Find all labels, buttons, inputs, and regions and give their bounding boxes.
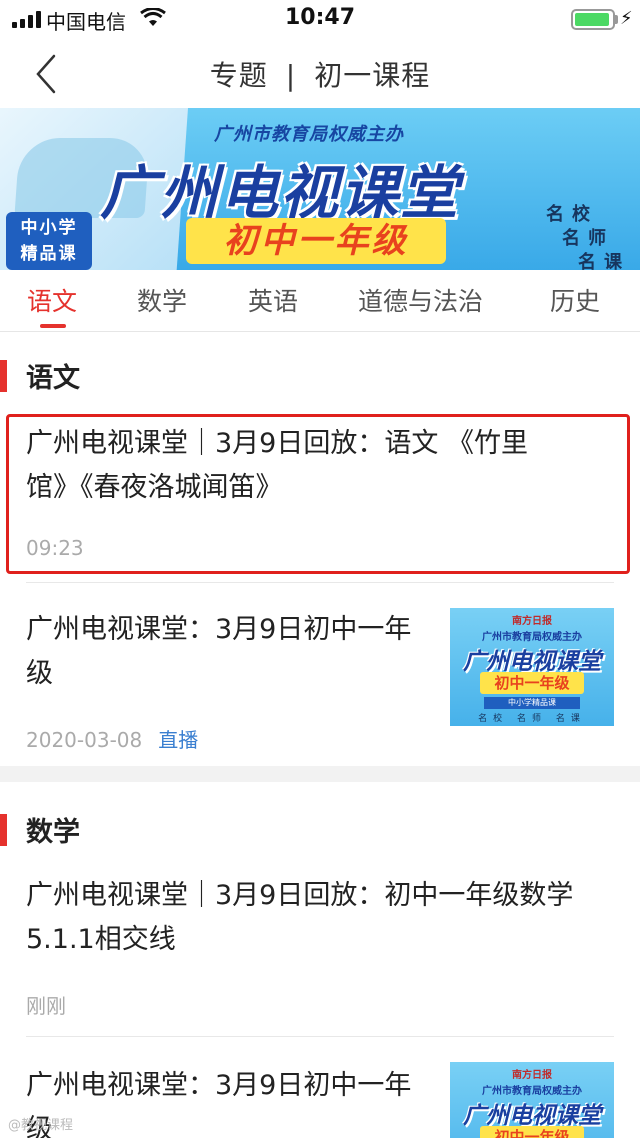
thumb-title: 广州电视课堂 [463,1103,601,1129]
section-accent-bar [0,814,7,846]
item-title-line: 广州电视课堂：3月9日初中一年 [26,614,412,645]
page-title: 专题 | 初一课程 [0,54,640,94]
section-header-chinese: 语文 [0,356,640,398]
banner-organizer: 广州市教育局权威主办 [214,124,404,145]
hero-banner[interactable]: 中小学 精品课 广州市教育局权威主办 广州电视课堂 初中一年级 名校 名师 名课 [0,108,640,270]
thumb-organizer: 广州市教育局权威主办 [482,1086,582,1097]
tab-morality-law[interactable]: 道德与法治 [358,282,483,318]
thumb-organizer: 广州市教育局权威主办 [482,632,582,643]
charging-icon: ⚡ [620,8,633,29]
divider [26,582,614,583]
title-category: 专题 [209,59,268,92]
thumb-publisher: 南方日报 [512,616,552,627]
status-bar: 中国电信 10:47 ⚡ [0,0,640,40]
divider [26,1036,614,1037]
thumb-tags: 名校 名师 名课 [478,714,586,724]
battery-tip [615,15,618,24]
clock: 10:47 [284,5,356,30]
thumb-title: 广州电视课堂 [463,649,601,675]
item-time: 刚刚 [26,994,66,1018]
banner-tag-school: 名校 [546,204,598,225]
item-title-line: 广州电视课堂｜3月9日回放：初中一年级数学 [26,880,574,911]
banner-tag-course: 名课 [578,252,630,270]
tab-history[interactable]: 历史 [550,282,600,318]
item-title-line: 广州电视课堂：3月9日初中一年 [26,1070,412,1101]
tab-chinese[interactable]: 语文 [27,282,77,318]
item-title-line: 级 [26,658,53,689]
live-tag[interactable]: 直播 [158,728,198,752]
banner-tag-teacher: 名师 [562,228,614,249]
list-item[interactable]: 广州电视课堂：3月9日初中一年 级 2020-03-08 直播 南方日报 广州市教… [0,600,640,760]
thumb-grade: 初中一年级 [480,672,584,694]
section-header-math: 数学 [0,810,640,852]
section-accent-bar [0,360,7,392]
badge-line-2: 精品课 [20,244,78,264]
thumb-badge: 中小学精品课 [484,697,580,709]
badge-line-1: 中小学 [20,218,78,238]
title-topic: 初一课程 [314,59,431,92]
item-title: 广州电视课堂：3月9日初中一年 级 [26,1064,411,1138]
section-title: 数学 [26,817,80,848]
list-item[interactable]: 广州电视课堂｜3月9日回放：初中一年级数学 5.1.1相交线 刚刚 [0,872,640,1022]
item-date: 2020-03-08 [26,728,143,752]
item-title-line: 5.1.1相交线 [26,924,176,955]
highlight-box [6,414,630,574]
list-item[interactable]: 广州电视课堂：3月9日初中一年 级 南方日报 广州市教育局权威主办 广州电视课堂… [0,1054,640,1138]
watermark: @教视课程 [8,1118,74,1133]
thumb-grade: 初中一年级 [480,1126,584,1138]
banner-grade: 初中一年级 [186,218,446,264]
section-separator [0,766,640,782]
item-title: 广州电视课堂：3月9日初中一年 级 [26,608,411,696]
section-title: 语文 [26,363,80,394]
active-tab-indicator [40,324,66,328]
title-separator: | [285,59,297,92]
tab-math[interactable]: 数学 [137,282,187,318]
item-title: 广州电视课堂｜3月9日回放：初中一年级数学 5.1.1相交线 [26,874,573,962]
thumb-publisher: 南方日报 [512,1070,552,1081]
banner-badge: 中小学 精品课 [6,212,92,270]
tab-english[interactable]: 英语 [248,282,298,318]
item-thumbnail[interactable]: 南方日报 广州市教育局权威主办 广州电视课堂 初中一年级 中小学精品课 名校 名… [450,608,614,726]
item-title-line: 级 [26,1114,53,1138]
item-meta: 2020-03-08 直播 [26,724,198,753]
item-thumbnail[interactable]: 南方日报 广州市教育局权威主办 广州电视课堂 初中一年级 [450,1062,614,1138]
nav-bar: 专题 | 初一课程 [0,40,640,108]
battery-icon [571,9,615,30]
subject-tabs: 语文 数学 英语 道德与法治 历史 [0,270,640,332]
